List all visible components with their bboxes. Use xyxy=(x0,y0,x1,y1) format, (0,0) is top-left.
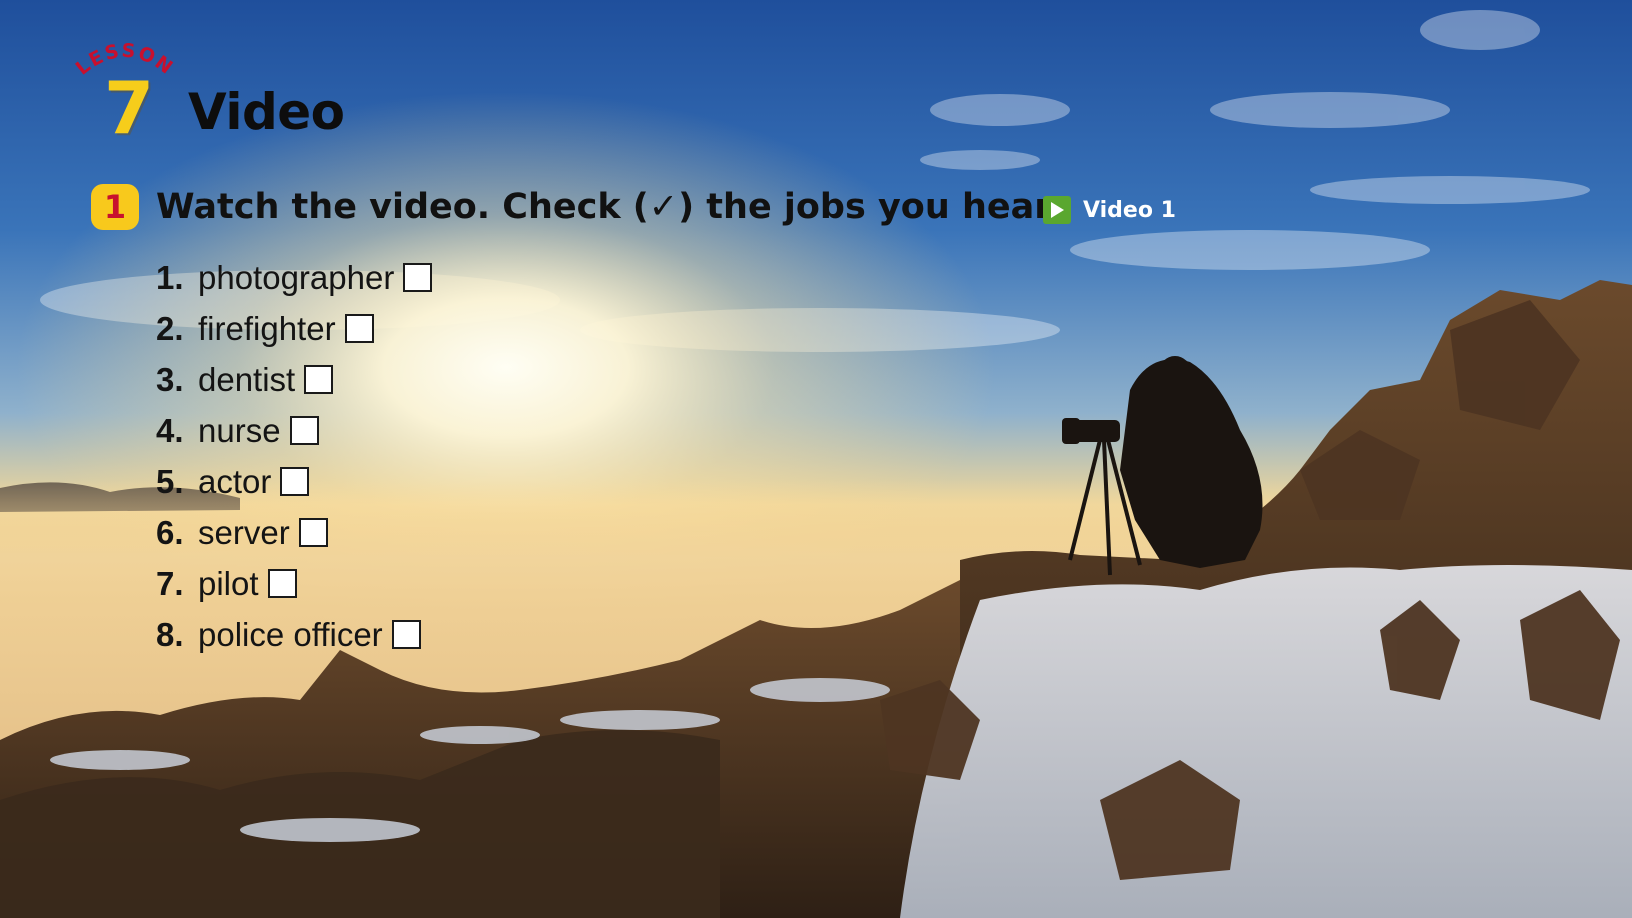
checkbox[interactable] xyxy=(304,365,334,394)
checkbox[interactable] xyxy=(391,620,421,649)
activity-number-badge: 1 xyxy=(91,184,139,230)
item-label: nurse xyxy=(198,411,281,449)
list-item: 4. nurse xyxy=(156,405,432,456)
checkbox[interactable] xyxy=(298,518,328,547)
item-label: server xyxy=(198,513,290,551)
item-number: 3. xyxy=(156,360,184,398)
video-label: Video 1 xyxy=(1083,197,1176,223)
checkbox[interactable] xyxy=(403,263,433,292)
list-item: 6. server xyxy=(156,507,432,558)
item-number: 6. xyxy=(156,513,184,551)
item-number: 8. xyxy=(156,615,184,653)
play-icon[interactable] xyxy=(1043,196,1071,224)
item-label: actor xyxy=(198,462,272,500)
item-label: photographer xyxy=(198,258,395,296)
list-item: 2. firefighter xyxy=(156,303,432,354)
item-label: pilot xyxy=(198,564,259,602)
item-label: police officer xyxy=(198,615,383,653)
job-checklist: 1. photographer 2. firefighter 3. dentis… xyxy=(156,252,433,660)
item-number: 7. xyxy=(156,564,184,602)
list-item: 1. photographer xyxy=(156,252,433,303)
checkbox[interactable] xyxy=(344,314,374,343)
video-link[interactable]: Video 1 xyxy=(1043,196,1176,224)
item-number: 4. xyxy=(156,411,184,449)
item-number: 5. xyxy=(156,462,184,500)
list-item: 5. actor xyxy=(156,456,432,507)
item-number: 2. xyxy=(156,309,184,347)
lesson-badge: LESSON 7 xyxy=(70,38,180,148)
checkbox[interactable] xyxy=(289,416,319,445)
page-title: Video xyxy=(188,83,345,141)
list-item: 3. dentist xyxy=(156,354,432,405)
checkbox[interactable] xyxy=(267,569,297,598)
item-number: 1. xyxy=(156,258,184,296)
list-item: 8. police officer xyxy=(156,609,432,660)
list-item: 7. pilot xyxy=(156,558,432,609)
item-label: dentist xyxy=(198,360,296,398)
activity-instruction: Watch the video. Check (✓) the jobs you … xyxy=(156,187,1060,227)
lesson-number: 7 xyxy=(104,66,155,150)
item-label: firefighter xyxy=(198,309,336,347)
checkbox[interactable] xyxy=(280,467,310,496)
